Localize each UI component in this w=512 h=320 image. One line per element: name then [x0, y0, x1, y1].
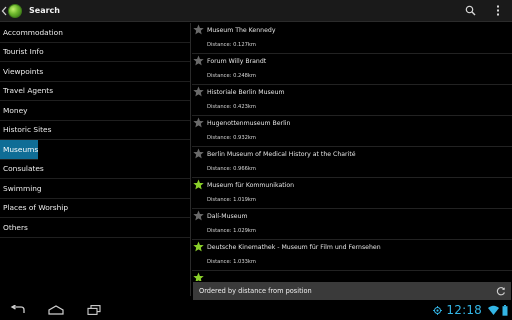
star-icon[interactable]: [193, 24, 204, 35]
star-icon[interactable]: [193, 272, 204, 281]
overflow-menu-icon: [497, 5, 499, 16]
result-distance: Distance: 0.127km: [207, 42, 256, 48]
list-item[interactable]: [192, 271, 512, 281]
list-item[interactable]: Forum Willy Brandt Distance: 0.248km: [192, 54, 512, 85]
list-item[interactable]: Dalí-Museum Distance: 1.029km: [192, 209, 512, 240]
list-item[interactable]: Hugenottenmuseum Berlin Distance: 0.932k…: [192, 116, 512, 147]
list-item[interactable]: Deutsche Kinemathek - Museum für Film un…: [192, 240, 512, 271]
category-item-museums[interactable]: Museums: [0, 140, 38, 160]
list-item[interactable]: Museum The Kennedy Distance: 0.127km: [192, 23, 512, 54]
result-distance: Distance: 1.033km: [207, 259, 256, 265]
star-icon[interactable]: [193, 148, 204, 159]
category-list: Accommodation Tourist Info Viewpoints Tr…: [0, 23, 191, 296]
star-icon[interactable]: [193, 86, 204, 97]
home-button[interactable]: [46, 300, 66, 320]
category-item-money[interactable]: Money: [0, 101, 190, 121]
system-nav-bar: 12:18: [0, 300, 512, 320]
result-distance: Distance: 1.019km: [207, 197, 256, 203]
sort-label: Ordered by distance from position: [199, 287, 312, 295]
result-distance: Distance: 0.966km: [207, 166, 256, 172]
sort-bar: Ordered by distance from position: [193, 282, 511, 300]
location-icon: [433, 305, 443, 315]
recent-apps-button[interactable]: [84, 300, 104, 320]
category-item-travel-agents[interactable]: Travel Agents: [0, 82, 190, 101]
star-icon[interactable]: [193, 210, 204, 221]
category-item-swimming[interactable]: Swimming: [0, 179, 190, 199]
search-button[interactable]: [456, 0, 484, 22]
list-item[interactable]: Museum für Kommunikation Distance: 1.019…: [192, 178, 512, 209]
star-icon[interactable]: [193, 55, 204, 66]
clock: 12:18: [446, 303, 482, 317]
category-item-accommodation[interactable]: Accommodation: [0, 23, 190, 43]
category-item-viewpoints[interactable]: Viewpoints: [0, 62, 190, 82]
up-caret-icon[interactable]: [1, 0, 7, 22]
battery-icon: [502, 304, 508, 316]
result-distance: Distance: 0.248km: [207, 73, 256, 79]
recent-apps-icon: [87, 305, 101, 315]
result-name: Dalí-Museum: [207, 213, 248, 220]
list-item[interactable]: Historiale Berlin Museum Distance: 0.423…: [192, 85, 512, 116]
result-name: Historiale Berlin Museum: [207, 89, 285, 96]
list-item[interactable]: Berlin Museum of Medical History at the …: [192, 147, 512, 178]
result-name: Berlin Museum of Medical History at the …: [207, 151, 356, 158]
result-distance: Distance: 0.423km: [207, 104, 256, 110]
star-icon[interactable]: [193, 117, 204, 128]
search-icon: [465, 5, 475, 16]
results-list: Museum The Kennedy Distance: 0.127km For…: [192, 23, 512, 281]
category-item-historic-sites[interactable]: Historic Sites: [0, 121, 190, 140]
result-distance: Distance: 0.932km: [207, 135, 256, 141]
back-icon: [10, 305, 25, 313]
result-name: Deutsche Kinemathek - Museum für Film un…: [207, 244, 381, 251]
category-item-places-of-worship[interactable]: Places of Worship: [0, 199, 190, 218]
result-name: Museum für Kommunikation: [207, 182, 295, 189]
app-globe-icon[interactable]: [8, 3, 22, 18]
star-icon[interactable]: [193, 179, 204, 190]
result-name: Museum The Kennedy: [207, 27, 276, 34]
page-title: Search: [29, 6, 60, 15]
result-name: Hugenottenmuseum Berlin: [207, 120, 291, 127]
star-icon[interactable]: [193, 241, 204, 252]
category-item-consulates[interactable]: Consulates: [0, 160, 190, 179]
overflow-menu-button[interactable]: [484, 0, 512, 22]
home-icon: [48, 305, 64, 315]
back-button[interactable]: [8, 300, 28, 320]
category-item-others[interactable]: Others: [0, 218, 190, 238]
result-name: Forum Willy Brandt: [207, 58, 267, 65]
result-distance: Distance: 1.029km: [207, 228, 256, 234]
wifi-icon: [488, 305, 499, 315]
category-item-tourist-info[interactable]: Tourist Info: [0, 43, 190, 62]
refresh-icon[interactable]: [496, 286, 506, 296]
action-bar: Search: [0, 0, 512, 22]
